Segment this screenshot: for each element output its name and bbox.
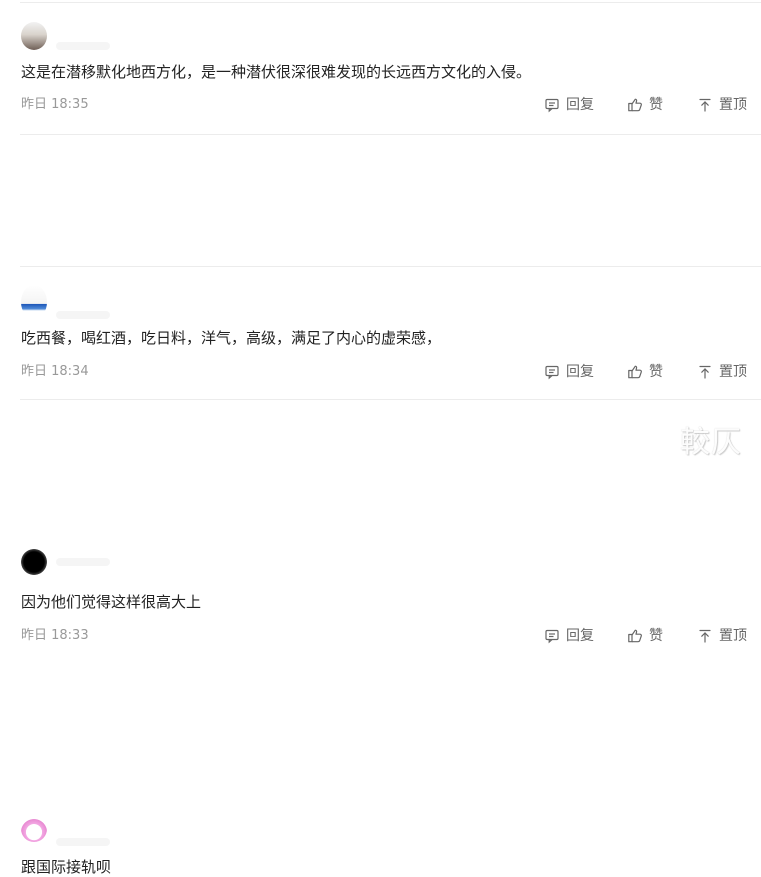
pin-top-label: 置顶	[719, 628, 747, 644]
avatar[interactable]	[21, 816, 47, 842]
avatar[interactable]	[21, 549, 47, 575]
comment-icon	[544, 628, 560, 644]
thumbs-up-icon	[627, 97, 643, 113]
pin-top-button[interactable]: 置顶	[697, 95, 747, 115]
pin-top-button[interactable]: 置顶	[697, 626, 747, 646]
pin-top-icon	[697, 97, 713, 113]
reply-label: 回复	[566, 97, 594, 113]
pin-top-label: 置顶	[719, 364, 747, 380]
like-button[interactable]: 赞	[627, 95, 663, 115]
pin-top-button[interactable]: 置顶	[697, 362, 747, 382]
comment-feed: 这是在潜移默化地西方化，是一种潜伏很深很难发现的长远西方文化的入侵。 昨日 18…	[0, 0, 761, 876]
pin-top-icon	[697, 628, 713, 644]
comment-time: 昨日 18:35	[21, 97, 89, 112]
comment-text: 吃西餐，喝红酒，吃日料，洋气，高级，满足了内心的虚荣感，	[21, 329, 442, 347]
like-label: 赞	[649, 364, 663, 380]
comment-icon	[544, 97, 560, 113]
thumbs-up-icon	[627, 628, 643, 644]
username-blurred	[56, 838, 110, 846]
like-button[interactable]: 赞	[627, 626, 663, 646]
avatar[interactable]	[21, 285, 47, 319]
reply-label: 回复	[566, 628, 594, 644]
comment-text: 跟国际接轨呗	[21, 858, 112, 876]
comment-time: 昨日 18:33	[21, 628, 89, 643]
divider	[20, 134, 761, 135]
comment-time: 昨日 18:34	[21, 364, 89, 379]
avatar[interactable]	[21, 22, 47, 50]
username-blurred	[56, 311, 110, 319]
divider	[20, 266, 761, 267]
like-label: 赞	[649, 628, 663, 644]
comment-icon	[544, 364, 560, 380]
comment-text: 这是在潜移默化地西方化，是一种潜伏很深很难发现的长远西方文化的入侵。	[21, 63, 532, 81]
pin-top-label: 置顶	[719, 97, 747, 113]
divider	[20, 399, 761, 400]
reply-button[interactable]: 回复	[544, 362, 594, 382]
username-blurred	[56, 42, 110, 50]
like-button[interactable]: 赞	[627, 362, 663, 382]
like-label: 赞	[649, 97, 663, 113]
reply-label: 回复	[566, 364, 594, 380]
username-blurred	[56, 558, 110, 566]
thumbs-up-icon	[627, 364, 643, 380]
comment-text: 因为他们觉得这样很高大上	[21, 593, 202, 611]
reply-button[interactable]: 回复	[544, 626, 594, 646]
pin-top-icon	[697, 364, 713, 380]
watermark-logo: 較仄	[680, 425, 742, 460]
divider	[20, 2, 761, 3]
reply-button[interactable]: 回复	[544, 95, 594, 115]
